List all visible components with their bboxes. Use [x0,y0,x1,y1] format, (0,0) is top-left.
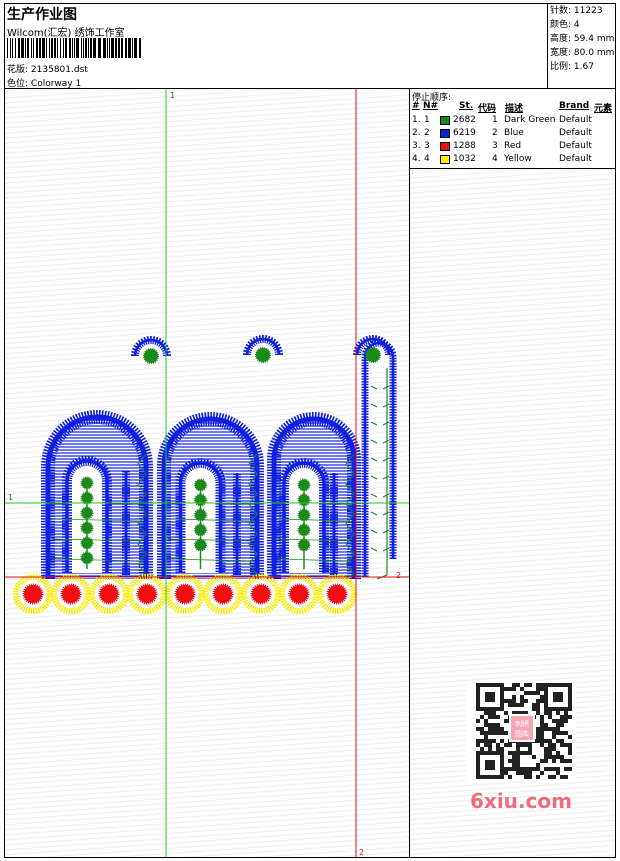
legend-col-n: N# [423,101,439,111]
legend-color-swatch [440,155,450,164]
stat-height: 高度: 59.4 mm [550,34,615,44]
colorway-line: 色位: Colorway 1 [7,76,81,89]
legend-brand: Default [559,141,592,151]
watermark-text: 6xiu.com [470,789,572,813]
stat-colors: 颜色: 4 [550,20,580,30]
legend-col-element: 元素 [594,104,613,114]
stat-stitches: 针数: 11223 [550,6,603,16]
legend-col-num: # [412,101,420,111]
thread-legend: 停止顺序: # N# St. 代码 描述 Brand 元素 1. 1 2682 1 Da… [410,89,615,169]
colorway-label: 色位: [7,79,29,89]
stat-width: 宽度: 80.0 mm [550,48,615,58]
legend-code: 3 [492,141,498,151]
guide-label-red-bottom: 2 [359,848,364,857]
design-label: 花版: [7,65,29,75]
legend-code: 1 [492,115,498,125]
legend-stitches: 1032 [453,154,476,164]
guide-label-green-left: 1 [8,493,13,502]
legend-header: # N# St. 代码 描述 Brand 元素 [410,101,615,114]
legend-desc: Red [504,141,522,151]
legend-num: 3. [412,141,421,151]
flower-layer [13,574,357,614]
legend-brand: Default [559,154,592,164]
stats-panel: 针数: 11223 颜色: 4 高度: 59.4 mm 宽度: 80.0 mm … [548,4,615,89]
qr-code-icon: 刺绣图库 [466,681,576,781]
legend-n: 4 [424,154,430,164]
legend-row: 4. 4 1032 4 Yellow Default [410,154,615,167]
guide-label-green-top: 1 [170,91,175,100]
legend-color-swatch [440,142,450,151]
legend-col-code: 代码 [478,104,497,114]
legend-color-swatch [440,116,450,125]
legend-brand: Default [559,115,592,125]
legend-n: 1 [424,115,430,125]
header-panel: 生产作业图 Wilcom(汇宏) 绣饰工作室 花版: 2135801.dst 色… [5,4,548,89]
legend-brand: Default [559,128,592,138]
legend-col-desc: 描述 [505,104,524,114]
legend-row: 1. 1 2682 1 Dark Green Default [410,115,615,128]
legend-num: 2. [412,128,421,138]
legend-stitches: 1288 [453,141,476,151]
design-file-line: 花版: 2135801.dst [7,62,88,75]
legend-row: 3. 3 1288 3 Red Default [410,141,615,154]
legend-desc: Yellow [504,154,532,164]
legend-col-brand: Brand [559,101,590,111]
legend-desc: Dark Green [504,115,556,125]
embroidery-design: 1 1 2 2 [5,89,409,857]
legend-num: 4. [412,154,421,164]
guide-label-red-right: 2 [396,571,401,580]
svg-text:刺绣: 刺绣 [515,719,529,728]
legend-stitches: 2682 [453,115,476,125]
design-file: 2135801.dst [30,65,88,75]
design-canvas: 1 1 2 2 [5,89,410,857]
svg-text:图库: 图库 [515,729,529,738]
colorway-value: Colorway 1 [30,79,82,89]
legend-n: 2 [424,128,430,138]
legend-row: 2. 2 6219 2 Blue Default [410,128,615,141]
stat-scale: 比例: 1.67 [550,62,594,72]
barcode-icon [7,38,141,58]
legend-num: 1. [412,115,421,125]
legend-desc: Blue [504,128,524,138]
page-title: 生产作业图 [7,7,77,23]
company-name: Wilcom(汇宏) 绣饰工作室 [7,28,125,39]
legend-code: 4 [492,154,498,164]
legend-col-stitches: St. [459,101,474,111]
legend-n: 3 [424,141,430,151]
legend-stitches: 6219 [453,128,476,138]
legend-code: 2 [492,128,498,138]
legend-color-swatch [440,129,450,138]
